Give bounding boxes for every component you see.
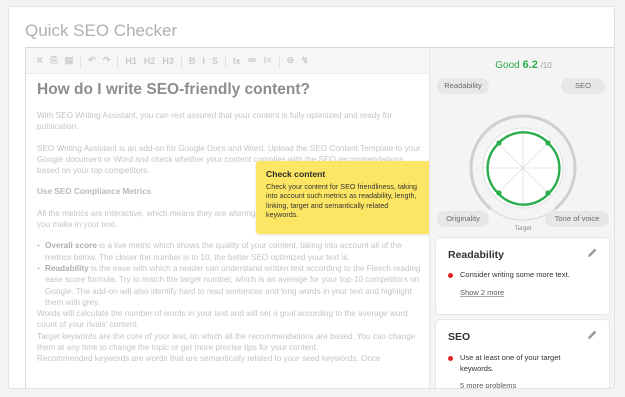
seo-issue: Use at least one of your target keywords… [448,353,593,374]
score-point-originality [496,190,502,196]
pill-readability[interactable]: Readability [437,78,489,94]
toolbar-divider [180,54,182,67]
score-panel: Good 6.2 /10 Target Readability SEO Orig… [429,48,614,388]
italic-button[interactable]: I [202,56,205,66]
toolbar-divider [224,54,226,67]
issue-bullet-icon [448,356,453,361]
paragraph: With SEO Writing Assistant, you can rest… [37,111,393,132]
toolbar-divider [80,54,82,67]
tooltip-title: Check content [266,169,326,179]
h1-button[interactable]: H1 [125,56,137,66]
toolbar-divider [278,54,280,67]
paste-icon[interactable]: ▤ [65,55,74,66]
score-value: 6.2 [522,59,538,71]
ordered-list-icon[interactable]: ≔ [247,55,256,66]
strikethrough-button[interactable]: S [212,56,218,66]
score-point-tone [545,190,551,196]
undo-icon[interactable]: ↶ [88,55,96,66]
paragraph: Target keywords are the core of your tex… [37,331,416,353]
paragraph: Recommended keywords are words that are … [37,354,381,364]
paragraph: Words will calculate the number of words… [37,309,408,330]
list-item-text: is the ease with which a reader can unde… [45,263,421,307]
issue-bullet-icon [448,273,453,278]
metrics-list: Overall score is a live metric which sho… [37,240,421,308]
list-item-text: is a live metric which shows the quality… [45,241,402,262]
link-icon[interactable]: ⊖ [287,55,295,66]
overall-score: Good 6.2 /10 [430,59,614,71]
clear-icon[interactable]: ✕ [36,55,44,66]
edit-pencil-icon[interactable] [587,329,599,341]
score-point-seo [545,140,551,146]
issue-text: Use at least one of your target keywords… [460,353,561,373]
show-more-link[interactable]: Show 2 more [460,288,504,297]
copy-icon[interactable]: ⎘ [51,55,58,66]
list-item: Readability is the ease with which a rea… [37,263,421,308]
score-point-readability [496,140,502,146]
unordered-list-icon[interactable]: ⁝≡ [263,55,271,66]
clear-format-icon[interactable]: Ix [233,56,241,66]
pill-originality[interactable]: Originality [437,211,489,227]
readability-card[interactable]: Readability Consider writing some more t… [436,238,609,314]
edit-pencil-icon[interactable] [587,247,599,259]
toolbar-divider [117,54,119,67]
app-title: Quick SEO Checker [25,21,178,40]
readability-issue: Consider writing some more text. [448,270,593,281]
radar-target-label: Target [515,226,532,232]
tooltip-text: Check your content for SEO friendliness,… [266,182,418,220]
list-item: Overall score is a live metric which sho… [37,240,421,263]
pill-tone-of-voice[interactable]: Tone of voice [545,211,609,227]
list-item-term: Overall score [45,241,97,251]
h2-button[interactable]: H2 [144,56,156,66]
editor-toolbar: ✕ ⎘ ▤ ↶ ↷ H1 H2 H3 B I S Ix ≔ ⁝≡ ⊖ ↯ [26,48,429,74]
bold-button[interactable]: B [189,56,196,66]
unlink-icon[interactable]: ↯ [301,55,309,66]
more-problems-link[interactable]: 5 more problems [460,381,516,388]
list-item-term: Readability [45,263,89,273]
checker-frame: ✕ ⎘ ▤ ↶ ↷ H1 H2 H3 B I S Ix ≔ ⁝≡ ⊖ ↯ How… [25,47,614,388]
score-label: Good [495,60,520,71]
redo-icon[interactable]: ↷ [103,55,111,66]
issue-text: Consider writing some more text. [460,270,570,279]
h3-button[interactable]: H3 [162,56,174,66]
check-content-tooltip: Check content Check your content for SEO… [256,161,429,234]
content-heading: How do I write SEO-friendly content? [37,81,310,98]
app-card: Quick SEO Checker ✕ ⎘ ▤ ↶ ↷ H1 H2 H3 B I… [8,6,615,389]
readability-title: Readability [448,249,505,261]
pill-seo[interactable]: SEO [561,78,605,94]
seo-card[interactable]: SEO Use at least one of your target keyw… [436,320,609,388]
seo-title: SEO [448,331,471,343]
editor[interactable]: ✕ ⎘ ▤ ↶ ↷ H1 H2 H3 B I S Ix ≔ ⁝≡ ⊖ ↯ How… [26,48,429,388]
score-max: /10 [540,61,552,70]
